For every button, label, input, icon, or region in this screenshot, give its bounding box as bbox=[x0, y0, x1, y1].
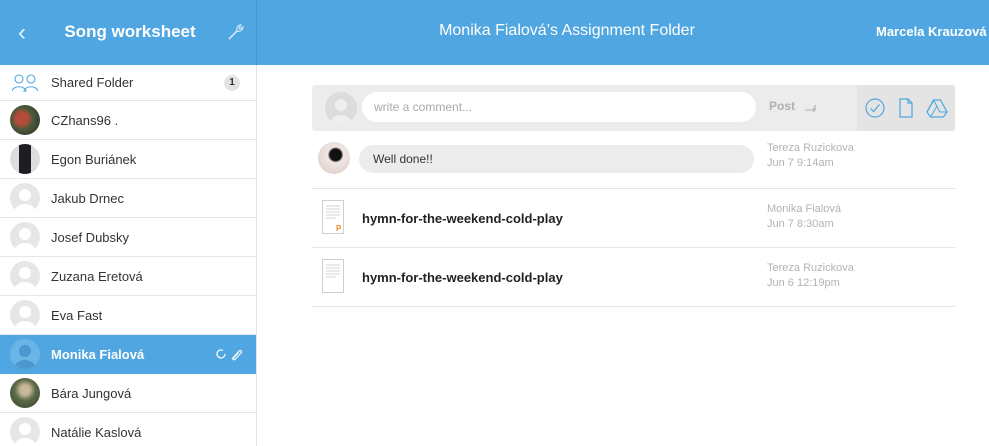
check-circle-icon[interactable] bbox=[864, 97, 886, 119]
sidebar-header: ‹ Song worksheet bbox=[0, 0, 257, 65]
document-icon bbox=[322, 259, 344, 293]
comment-timestamp: Jun 7 9:14am bbox=[767, 157, 834, 169]
count-badge: 1 bbox=[224, 75, 240, 91]
avatar bbox=[10, 183, 40, 213]
sidebar-item-label: Jakub Drnec bbox=[51, 191, 124, 206]
sidebar-item-eva-fast[interactable]: Eva Fast bbox=[0, 296, 256, 335]
avatar bbox=[10, 417, 40, 446]
avatar bbox=[10, 144, 40, 174]
sidebar-item-label: Eva Fast bbox=[51, 308, 103, 323]
sidebar-item-shared-folder[interactable]: Shared Folder 1 bbox=[0, 65, 256, 101]
avatar bbox=[325, 92, 357, 124]
student-sidebar: Shared Folder 1 CZhans96 . Egon Buriánek… bbox=[0, 65, 257, 446]
avatar bbox=[10, 222, 40, 252]
sidebar-item-label: Bára Jungová bbox=[51, 386, 132, 401]
svg-text:P: P bbox=[336, 224, 342, 233]
comment-bubble: Well done!! bbox=[359, 145, 754, 173]
group-icon bbox=[10, 68, 40, 98]
paperclip-icon[interactable] bbox=[231, 349, 243, 361]
top-bar: ‹ Song worksheet Monika Fialová’s Assign… bbox=[0, 0, 989, 65]
sidebar-item-label: Monika Fialová bbox=[51, 347, 145, 362]
file-timestamp: Jun 7 8:30am bbox=[767, 218, 834, 230]
sidebar-item-egon-burianek[interactable]: Egon Buriánek bbox=[0, 140, 256, 179]
sidebar-item-label: Egon Buriánek bbox=[51, 152, 137, 167]
avatar bbox=[318, 142, 350, 174]
file-timestamp: Jun 6 12:19pm bbox=[767, 277, 840, 289]
comment-composer: Post bbox=[312, 85, 955, 131]
pages-document-icon: P bbox=[322, 200, 344, 234]
sidebar-item-josef-dubsky[interactable]: Josef Dubsky bbox=[0, 218, 256, 257]
google-drive-icon[interactable] bbox=[926, 97, 948, 119]
comment-input[interactable] bbox=[362, 92, 756, 122]
sidebar-item-zuzana-eretova[interactable]: Zuzana Eretová bbox=[0, 257, 256, 296]
sidebar-item-label: Josef Dubsky bbox=[51, 230, 130, 245]
file-link[interactable]: hymn-for-the-weekend-cold-play bbox=[362, 270, 563, 285]
status-icons bbox=[216, 349, 243, 361]
sidebar-title: Song worksheet bbox=[64, 22, 196, 41]
list-item[interactable]: P hymn-for-the-weekend-cold-play Monika … bbox=[312, 189, 955, 248]
wrench-icon[interactable] bbox=[226, 22, 246, 42]
sidebar-item-natalie-kaslova[interactable]: Natálie Kaslová bbox=[0, 413, 256, 446]
document-icon[interactable] bbox=[895, 97, 917, 119]
sidebar-item-label: Zuzana Eretová bbox=[51, 269, 143, 284]
sidebar-item-label: Natálie Kaslová bbox=[51, 425, 142, 440]
avatar bbox=[10, 339, 40, 369]
activity-feed: Well done!! Tereza Ruzickova Jun 7 9:14a… bbox=[312, 133, 955, 307]
sidebar-item-monika-fialova[interactable]: Monika Fialová bbox=[0, 335, 256, 374]
file-link[interactable]: hymn-for-the-weekend-cold-play bbox=[362, 211, 563, 226]
sidebar-item-label: CZhans96 . bbox=[51, 113, 119, 128]
sidebar-item-jakub-drnec[interactable]: Jakub Drnec bbox=[0, 179, 256, 218]
chevron-left-icon[interactable]: ‹ bbox=[10, 18, 34, 48]
sidebar-item-bara-jungova[interactable]: Bára Jungová bbox=[0, 374, 256, 413]
return-arrow-icon bbox=[805, 105, 816, 113]
avatar bbox=[10, 261, 40, 291]
list-item: Well done!! Tereza Ruzickova Jun 7 9:14a… bbox=[312, 133, 955, 189]
avatar bbox=[10, 378, 40, 408]
avatar bbox=[10, 300, 40, 330]
user-menu[interactable]: Marcela Krauzová bbox=[876, 24, 989, 39]
attachment-actions bbox=[857, 85, 955, 131]
page-title: Monika Fialová’s Assignment Folder bbox=[439, 22, 695, 39]
assignment-folder: Post Well done!! Tereza Ruzickova bbox=[257, 65, 989, 446]
list-item[interactable]: hymn-for-the-weekend-cold-play Tereza Ru… bbox=[312, 248, 955, 307]
post-button[interactable]: Post bbox=[769, 99, 795, 113]
file-author: Tereza Ruzickova bbox=[767, 262, 854, 274]
sidebar-item-label: Shared Folder bbox=[51, 75, 134, 90]
refresh-icon[interactable] bbox=[216, 349, 226, 359]
sidebar-item-czhans96[interactable]: CZhans96 . bbox=[0, 101, 256, 140]
file-author: Monika Fialová bbox=[767, 203, 841, 215]
comment-author: Tereza Ruzickova bbox=[767, 142, 854, 154]
avatar bbox=[10, 105, 40, 135]
